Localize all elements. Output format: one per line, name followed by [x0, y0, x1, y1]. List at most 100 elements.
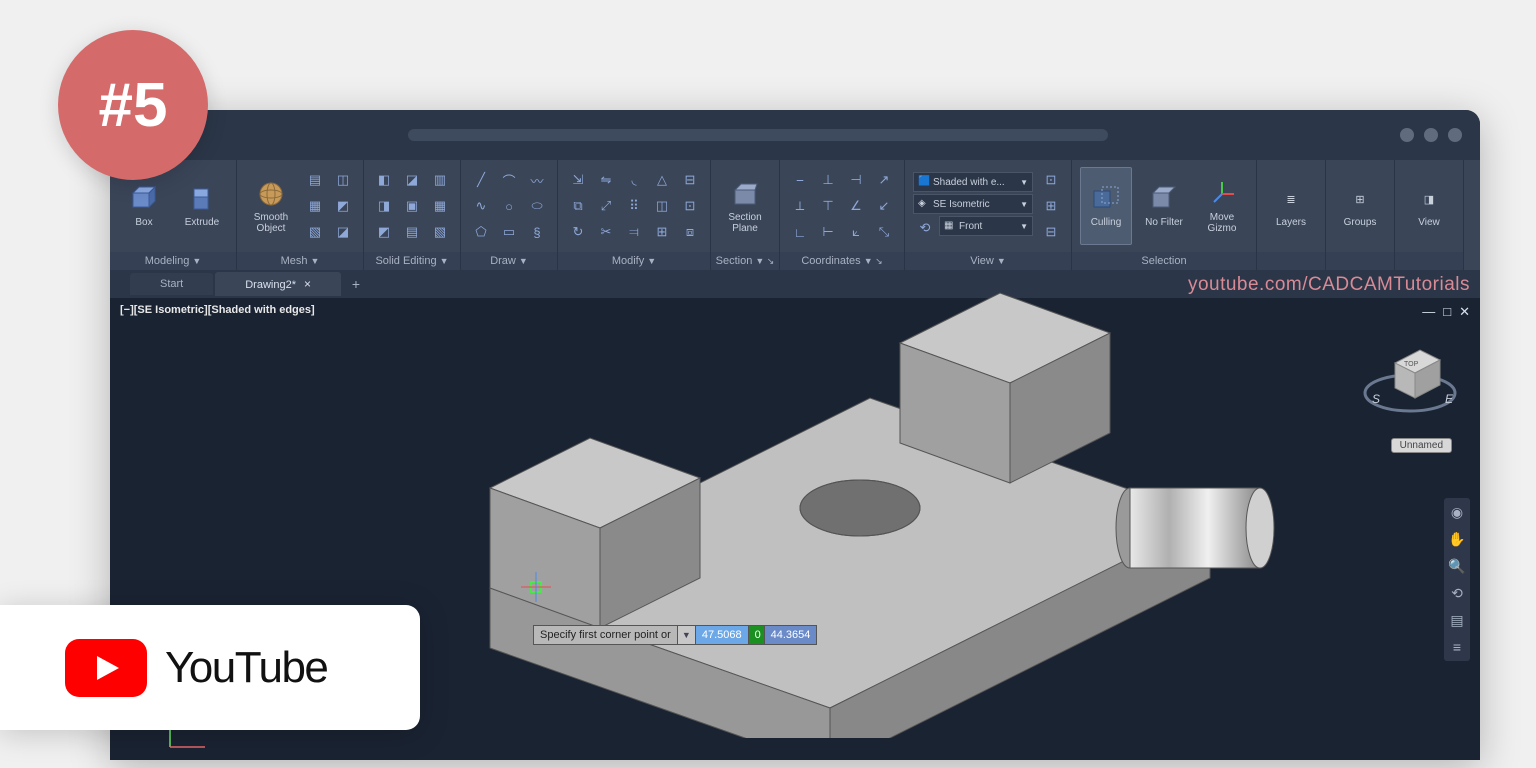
viewport-label[interactable]: [−][SE Isometric][Shaded with edges] — [120, 304, 315, 316]
dyn-options-icon[interactable]: ▼ — [678, 625, 696, 645]
move-gizmo-button[interactable]: Move Gizmo — [1196, 167, 1248, 245]
groups-button[interactable]: ⊞Groups — [1334, 167, 1386, 245]
view-orientation-combo[interactable]: ◈SE Isometric▼ — [913, 194, 1033, 214]
smooth-object-button[interactable]: Smooth Object — [245, 167, 297, 245]
draw-poly[interactable]: ⬠ — [469, 220, 493, 244]
ucs-2[interactable]: ⟂ — [788, 194, 812, 218]
ucs-name-badge[interactable]: Unnamed — [1391, 438, 1452, 453]
no-filter-button[interactable]: No Filter — [1138, 167, 1190, 245]
se-6[interactable]: ▤ — [400, 220, 424, 244]
view-1[interactable]: ⊡ — [1039, 168, 1063, 192]
draw-pline[interactable]: ∿ — [469, 194, 493, 218]
mesh-label[interactable]: Mesh▼ — [237, 252, 363, 270]
ucs-9[interactable]: ⟀ — [844, 220, 868, 244]
mod-12[interactable]: ⊞ — [650, 220, 674, 244]
window-controls[interactable] — [1400, 128, 1462, 142]
mod-trim[interactable]: ✂ — [594, 220, 618, 244]
close-icon[interactable]: × — [304, 277, 311, 291]
ucs-3[interactable]: ∟ — [788, 220, 812, 244]
mesh-tool-2[interactable]: ▦ — [303, 194, 327, 218]
dynamic-input: Specify first corner point or ▼ 47.5068 … — [533, 625, 817, 645]
se-8[interactable]: ▦ — [428, 194, 452, 218]
mod-copy[interactable]: ⧉ — [566, 194, 590, 218]
view-3[interactable]: ⊟ — [1039, 220, 1063, 244]
ucs-7[interactable]: ⊣ — [844, 168, 868, 192]
crosshair-cursor — [521, 572, 551, 602]
draw-helix[interactable]: § — [525, 220, 549, 244]
draw-arc[interactable]: ⌒ — [497, 168, 521, 192]
layers-button[interactable]: ≣Layers — [1265, 167, 1317, 245]
mod-move[interactable]: ⇲ — [566, 168, 590, 192]
ucs-6[interactable]: ⊢ — [816, 220, 840, 244]
extrude-button[interactable]: Extrude — [176, 167, 228, 245]
minimize-icon[interactable]: — — [1422, 304, 1435, 320]
nav-pan-icon[interactable]: ✋ — [1448, 531, 1465, 548]
draw-rect[interactable]: ▭ — [497, 220, 521, 244]
mod-10[interactable]: △ — [650, 168, 674, 192]
se-3[interactable]: ◩ — [372, 220, 396, 244]
viewtab-group-label[interactable] — [1395, 252, 1463, 270]
section-plane-button[interactable]: Section Plane — [719, 167, 771, 245]
draw-circle[interactable]: ○ — [497, 194, 521, 218]
groups-group-label[interactable] — [1326, 252, 1394, 270]
culling-button[interactable]: Culling — [1080, 167, 1132, 245]
mod-15[interactable]: ⧈ — [678, 220, 702, 244]
group-view: 🟦Shaded with e...▼ ◈SE Isometric▼ ⟲▦Fron… — [905, 160, 1072, 270]
mod-offset[interactable]: ⫤ — [622, 220, 646, 244]
se-1[interactable]: ◧ — [372, 168, 396, 192]
mod-scale[interactable]: ⤢ — [594, 194, 618, 218]
view-prev[interactable]: ⟲ — [913, 216, 937, 240]
mesh-tool-3[interactable]: ▧ — [303, 220, 327, 244]
shaded-icon: 🟦 — [918, 176, 930, 188]
nav-more-icon[interactable]: ≡ — [1453, 639, 1461, 655]
coord-z-input[interactable]: 44.3654 — [765, 625, 818, 645]
nav-zoom-icon[interactable]: 🔍 — [1448, 558, 1465, 575]
ucs-11[interactable]: ↙ — [872, 194, 896, 218]
new-tab-button[interactable]: + — [343, 276, 369, 292]
ucs-10[interactable]: ↗ — [872, 168, 896, 192]
nav-orbit-icon[interactable]: ⟲ — [1451, 585, 1463, 602]
extrude-icon — [187, 184, 217, 214]
mod-rot[interactable]: ↻ — [566, 220, 590, 244]
ucs-4[interactable]: ⊥ — [816, 168, 840, 192]
view-cube[interactable]: S E TOP — [1360, 328, 1460, 428]
se-4[interactable]: ◪ — [400, 168, 424, 192]
maximize-icon[interactable]: □ — [1443, 304, 1451, 320]
svg-text:TOP: TOP — [1404, 361, 1419, 368]
tab-start[interactable]: Start — [130, 273, 213, 295]
mod-fillet[interactable]: ◟ — [622, 168, 646, 192]
mesh-tool-5[interactable]: ◩ — [331, 194, 355, 218]
modeling-label[interactable]: Modeling▼ — [110, 252, 236, 270]
tab-drawing2[interactable]: Drawing2*× — [215, 272, 341, 296]
mod-13[interactable]: ⊟ — [678, 168, 702, 192]
ucs-1[interactable]: ⎯ — [788, 168, 812, 192]
nav-wheel-icon[interactable]: ◉ — [1451, 504, 1463, 521]
ucs-12[interactable]: ⤡ — [872, 220, 896, 244]
close-vp-icon[interactable]: ✕ — [1459, 304, 1470, 320]
mesh-tool-4[interactable]: ◫ — [331, 168, 355, 192]
coord-y-input[interactable]: 0 — [749, 625, 765, 645]
se-9[interactable]: ▧ — [428, 220, 452, 244]
view-front-combo[interactable]: ▦Front▼ — [939, 216, 1033, 236]
se-5[interactable]: ▣ — [400, 194, 424, 218]
mod-mirror[interactable]: ⇋ — [594, 168, 618, 192]
group-solid-editing: ◧◨◩ ◪▣▤ ▥▦▧ Solid Editing▼ — [364, 160, 461, 270]
youtube-label: YouTube — [165, 643, 327, 693]
mesh-tool-1[interactable]: ▤ — [303, 168, 327, 192]
visual-style-combo[interactable]: 🟦Shaded with e...▼ — [913, 172, 1033, 192]
mod-11[interactable]: ◫ — [650, 194, 674, 218]
nav-showmotion-icon[interactable]: ▤ — [1450, 612, 1463, 629]
draw-ellipse[interactable]: ⬭ — [525, 194, 549, 218]
ucs-5[interactable]: ⊤ — [816, 194, 840, 218]
coord-x-input[interactable]: 47.5068 — [696, 625, 749, 645]
mod-14[interactable]: ⊡ — [678, 194, 702, 218]
draw-spline[interactable]: 〰 — [525, 168, 549, 192]
view-button[interactable]: ◨View — [1403, 167, 1455, 245]
mod-array[interactable]: ⠿ — [622, 194, 646, 218]
draw-line[interactable]: ╱ — [469, 168, 493, 192]
se-7[interactable]: ▥ — [428, 168, 452, 192]
se-2[interactable]: ◨ — [372, 194, 396, 218]
ucs-8[interactable]: ∠ — [844, 194, 868, 218]
mesh-tool-6[interactable]: ◪ — [331, 220, 355, 244]
view-2[interactable]: ⊞ — [1039, 194, 1063, 218]
